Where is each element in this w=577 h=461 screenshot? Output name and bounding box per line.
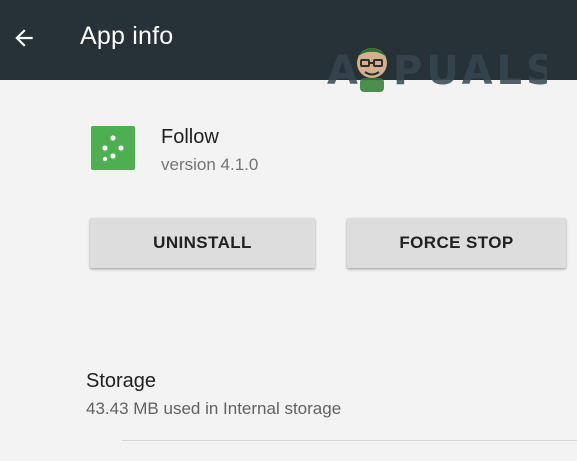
app-info-screen: App info A PUALS Follow version 4.1.0 UN…	[0, 0, 577, 461]
follow-app-icon	[91, 126, 135, 170]
divider	[122, 440, 577, 441]
storage-title: Storage	[86, 370, 157, 392]
svg-text:PUALS: PUALS	[393, 48, 547, 94]
svg-text:A: A	[327, 48, 358, 94]
force-stop-button[interactable]: FORCE STOP	[347, 218, 566, 268]
page-title: App info	[80, 22, 174, 50]
app-version: version 4.1.0	[161, 155, 259, 174]
back-button[interactable]	[0, 12, 48, 68]
uninstall-button[interactable]: UNINSTALL	[90, 218, 315, 268]
appuals-watermark-logo: A PUALS	[327, 36, 547, 96]
app-name: Follow	[161, 126, 219, 148]
storage-summary: 43.43 MB used in Internal storage	[86, 399, 342, 418]
arrow-back-icon	[11, 25, 37, 56]
